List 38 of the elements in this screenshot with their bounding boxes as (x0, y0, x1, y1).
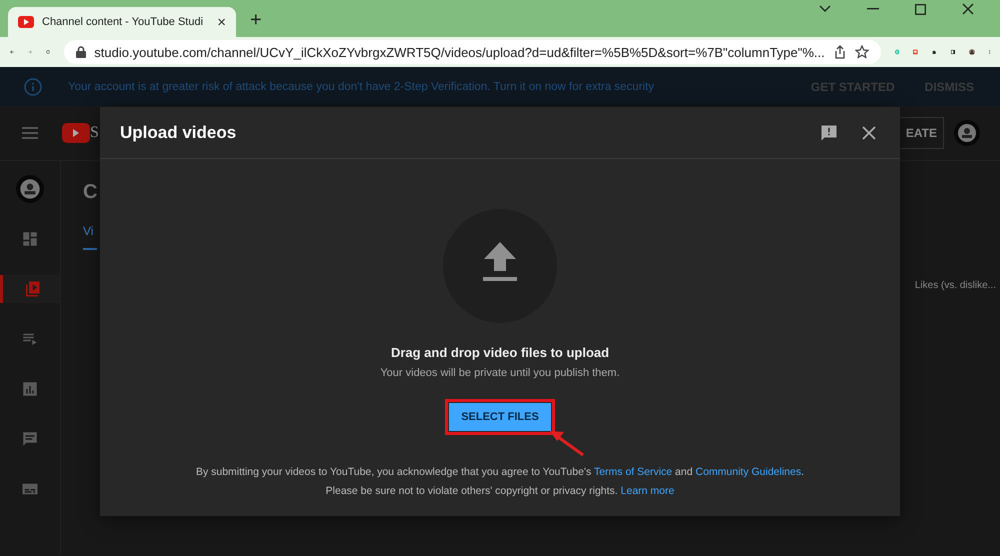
info-icon (24, 78, 42, 96)
analytics-icon (21, 380, 39, 398)
menu-icon[interactable] (22, 127, 38, 139)
terms-notice: By submitting your videos to YouTube, you acknowledge that you agree to YouTube's Terms of Service and Community Guidelines. (196, 466, 804, 478)
maximize-icon[interactable] (915, 4, 926, 14)
channel-avatar-icon[interactable] (954, 120, 980, 146)
feedback-icon[interactable] (820, 124, 838, 142)
lock-icon (76, 46, 86, 58)
drop-heading: Drag and drop video files to upload (390, 345, 610, 360)
minimize-icon[interactable] (867, 8, 879, 10)
select-files-button[interactable]: SELECT FILES (449, 403, 551, 431)
copyright-notice: Please be sure not to violate others' copyright or privacy rights. Learn more (326, 485, 674, 497)
learn-more-link[interactable]: Learn more (620, 485, 674, 497)
star-icon[interactable] (854, 45, 869, 59)
tab-title: Channel content - YouTube Studi (42, 16, 204, 28)
chevron-down-icon[interactable] (819, 5, 831, 13)
tab-close-button[interactable]: × (217, 14, 226, 30)
url-text: studio.youtube.com/channel/UCvY_ilCkXoZYvbrgxZWRT5Q/videos/upload?d=ud&filter=%5B%5D&sort=%7B"columnType"%... (94, 44, 825, 60)
close-icon[interactable] (862, 126, 876, 140)
banner-message: Your account is at greater risk of attack because you don't have 2-Step Verification. Turn it on now for extra security (68, 80, 656, 92)
comments-icon (21, 430, 39, 448)
share-icon[interactable] (832, 45, 847, 59)
column-header: Likes (vs. dislike... (914, 280, 996, 291)
page-heading: C (83, 181, 98, 204)
channel-avatar-icon[interactable] (16, 175, 44, 203)
new-tab-button[interactable]: + (250, 9, 262, 32)
youtube-logo-icon (62, 123, 90, 143)
videos-tab[interactable]: Vi (83, 224, 97, 250)
community-guidelines-link[interactable]: Community Guidelines (695, 466, 802, 478)
dialog-title: Upload videos (120, 122, 238, 142)
logo-text: S (90, 124, 99, 142)
address-bar[interactable]: studio.youtube.com/channel/UCvY_ilCkXoZYvbrgxZWRT5Q/videos/upload?d=ud&filter=%5B%5D&sort=%7B"columnType"%... (64, 40, 881, 64)
terms-of-service-link[interactable]: Terms of Service (594, 466, 672, 478)
browser-tab[interactable]: Channel content - YouTube Studi × (8, 7, 236, 37)
privacy-note: Your videos will be private until you publish them. (380, 367, 620, 379)
dashboard-icon (21, 230, 39, 248)
youtube-logo-icon (18, 16, 34, 28)
close-icon[interactable] (962, 3, 974, 15)
